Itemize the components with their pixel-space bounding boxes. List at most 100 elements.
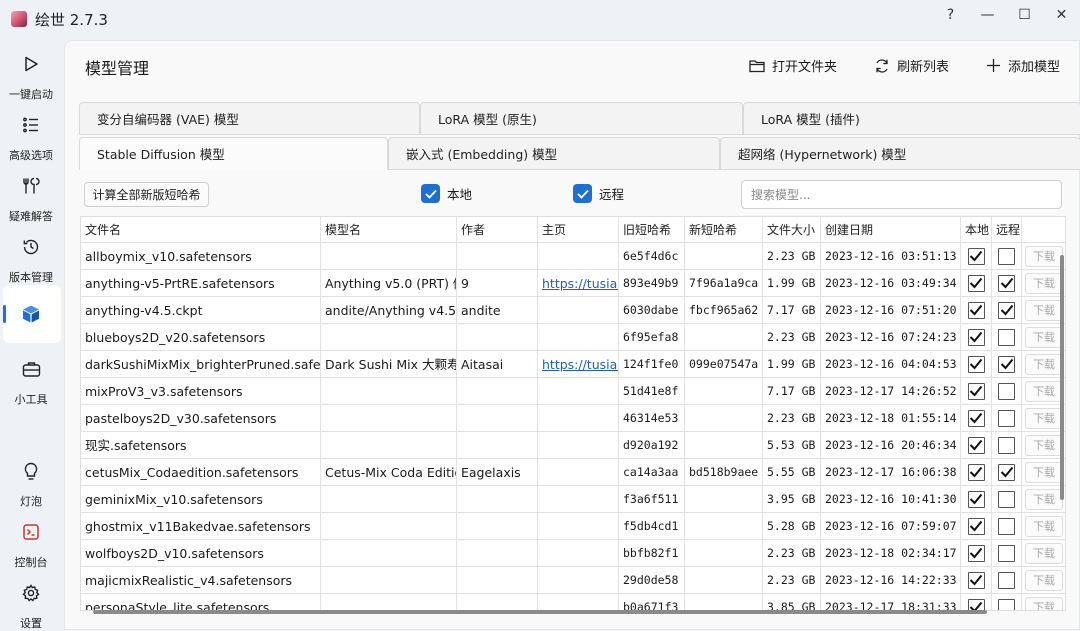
column-header[interactable]: 主页 (538, 217, 619, 243)
refresh-button[interactable]: 刷新列表 (874, 56, 949, 75)
sidebar-item-console[interactable]: 控制台 (0, 520, 62, 570)
download-button[interactable]: 下载 (1025, 273, 1063, 294)
local-checkbox[interactable] (967, 544, 985, 562)
download-button[interactable]: 下载 (1025, 354, 1063, 375)
remote-checkbox[interactable] (998, 598, 1015, 610)
column-header[interactable]: 旧短哈希 (619, 217, 685, 243)
tab-lora-plugin[interactable]: LoRA 模型 (插件) (743, 102, 1080, 135)
remote-checkbox[interactable] (998, 355, 1015, 373)
home-cell[interactable] (538, 432, 619, 459)
column-header[interactable]: 远程 (992, 217, 1022, 243)
calc-hash-button[interactable]: 计算全部新版短哈希 (84, 182, 209, 207)
column-header[interactable]: 新短哈希 (685, 217, 763, 243)
local-checkbox[interactable] (967, 517, 985, 535)
download-button[interactable]: 下载 (1025, 516, 1063, 537)
local-checkbox[interactable] (967, 382, 985, 400)
open-folder-button[interactable]: 打开文件夹 (749, 56, 837, 75)
download-button[interactable]: 下载 (1025, 246, 1063, 267)
home-cell[interactable] (538, 513, 619, 540)
minimize-button[interactable]: — (969, 0, 1006, 30)
local-filter[interactable]: 本地 (421, 184, 472, 203)
sidebar-item-models[interactable] (0, 302, 62, 326)
tab-embedding[interactable]: 嵌入式 (Embedding) 模型 (388, 137, 720, 170)
table-row[interactable]: pastelboys2D_v30.safetensors 46314e53 2.23… (81, 405, 1065, 432)
home-cell[interactable] (538, 540, 619, 567)
local-checkbox[interactable] (967, 274, 985, 292)
remote-checkbox[interactable] (998, 328, 1015, 346)
home-cell[interactable] (538, 594, 619, 610)
remote-filter-checkbox[interactable] (573, 184, 592, 203)
table-row[interactable]: geminixMix_v10.safetensors f3a6f511 3.95 G… (81, 486, 1065, 513)
home-cell[interactable] (538, 567, 619, 594)
remote-filter[interactable]: 远程 (573, 184, 624, 203)
download-button[interactable]: 下载 (1025, 327, 1063, 348)
home-cell[interactable]: https://tusiart (538, 351, 619, 378)
local-checkbox[interactable] (967, 355, 985, 373)
column-header[interactable]: 创建日期 (821, 217, 961, 243)
tab-vae[interactable]: 变分自编码器 (VAE) 模型 (79, 102, 420, 135)
search-input[interactable]: 搜索模型... (741, 180, 1062, 209)
tab-stable-diffusion[interactable]: Stable Diffusion 模型 (79, 137, 388, 170)
local-checkbox[interactable] (967, 463, 985, 481)
table-row[interactable]: majicmixRealistic_v4.safetensors 29d0de58… (81, 567, 1065, 594)
column-header[interactable]: 文件名 (81, 217, 321, 243)
local-checkbox[interactable] (967, 409, 985, 427)
table-row[interactable]: ghostmix_v11Bakedvae.safetensors f5db4cd1… (81, 513, 1065, 540)
download-button[interactable]: 下载 (1025, 570, 1063, 591)
remote-checkbox[interactable] (998, 571, 1015, 589)
remote-checkbox[interactable] (998, 409, 1015, 427)
sidebar-item-settings[interactable]: 设置 (0, 581, 62, 631)
local-checkbox[interactable] (967, 571, 985, 589)
tab-lora-native[interactable]: LoRA 模型 (原生) (420, 102, 743, 135)
table-row[interactable]: anything-v4.5.ckpt andite/Anything v4.5 an… (81, 297, 1065, 324)
table-row[interactable]: personaStyle_lite.safetensors b0a671f3 3.8… (81, 594, 1065, 610)
sidebar-item-troubleshoot[interactable]: 疑难解答 (0, 174, 62, 224)
home-cell[interactable] (538, 459, 619, 486)
table-row[interactable]: blueboys2D_v20.safetensors 6f95efa8 2.23 G… (81, 324, 1065, 351)
remote-checkbox[interactable] (998, 436, 1015, 454)
horizontal-scrollbar[interactable] (93, 610, 987, 614)
download-button[interactable]: 下载 (1025, 597, 1063, 610)
download-button[interactable]: 下载 (1025, 408, 1063, 429)
tab-hypernetwork[interactable]: 超网络 (Hypernetwork) 模型 (720, 137, 1080, 170)
sidebar-item-launch[interactable]: 一键启动 (0, 52, 62, 102)
remote-checkbox[interactable] (998, 463, 1015, 481)
remote-checkbox[interactable] (998, 301, 1015, 319)
maximize-button[interactable]: ☐ (1006, 0, 1043, 30)
close-button[interactable]: ✕ (1043, 0, 1080, 30)
table-row[interactable]: darkSushiMixMix_brighterPruned.safetenso… (81, 351, 1065, 378)
download-button[interactable]: 下载 (1025, 300, 1063, 321)
table-row[interactable]: allboymix_v10.safetensors 6e5f4d6c 2.23 GB… (81, 243, 1065, 270)
local-checkbox[interactable] (967, 301, 985, 319)
column-header[interactable]: 本地 (961, 217, 992, 243)
table-row[interactable]: 现实.safetensors d920a192 5.53 GB 2023-12-16 … (81, 432, 1065, 459)
home-cell[interactable] (538, 405, 619, 432)
remote-checkbox[interactable] (998, 517, 1015, 535)
home-cell[interactable] (538, 486, 619, 513)
home-cell[interactable]: https://tusiart (538, 270, 619, 297)
help-button[interactable]: ? (932, 0, 969, 30)
remote-checkbox[interactable] (998, 247, 1015, 265)
remote-checkbox[interactable] (998, 544, 1015, 562)
sidebar-item-tools[interactable]: 小工具 (0, 357, 62, 407)
sidebar-item-bulb[interactable]: 灯泡 (0, 459, 62, 509)
sidebar-item-advanced[interactable]: 高级选项 (0, 113, 62, 163)
download-button[interactable]: 下载 (1025, 489, 1063, 510)
home-cell[interactable] (538, 243, 619, 270)
local-checkbox[interactable] (967, 247, 985, 265)
local-checkbox[interactable] (967, 328, 985, 346)
table-row[interactable]: mixProV3_v3.safetensors 51d41e8f 7.17 GB 20… (81, 378, 1065, 405)
local-filter-checkbox[interactable] (421, 184, 440, 203)
column-header[interactable]: 文件大小 (763, 217, 821, 243)
home-cell[interactable] (538, 297, 619, 324)
local-checkbox[interactable] (967, 436, 985, 454)
vertical-scrollbar[interactable] (1060, 255, 1064, 500)
download-button[interactable]: 下载 (1025, 462, 1063, 483)
column-header[interactable]: 模型名 (321, 217, 457, 243)
remote-checkbox[interactable] (998, 274, 1015, 292)
home-cell[interactable] (538, 378, 619, 405)
download-button[interactable]: 下载 (1025, 381, 1063, 402)
column-header[interactable] (1022, 217, 1065, 243)
download-button[interactable]: 下载 (1025, 435, 1063, 456)
table-row[interactable]: wolfboys2D_v10.safetensors bbfb82f1 2.23 G… (81, 540, 1065, 567)
